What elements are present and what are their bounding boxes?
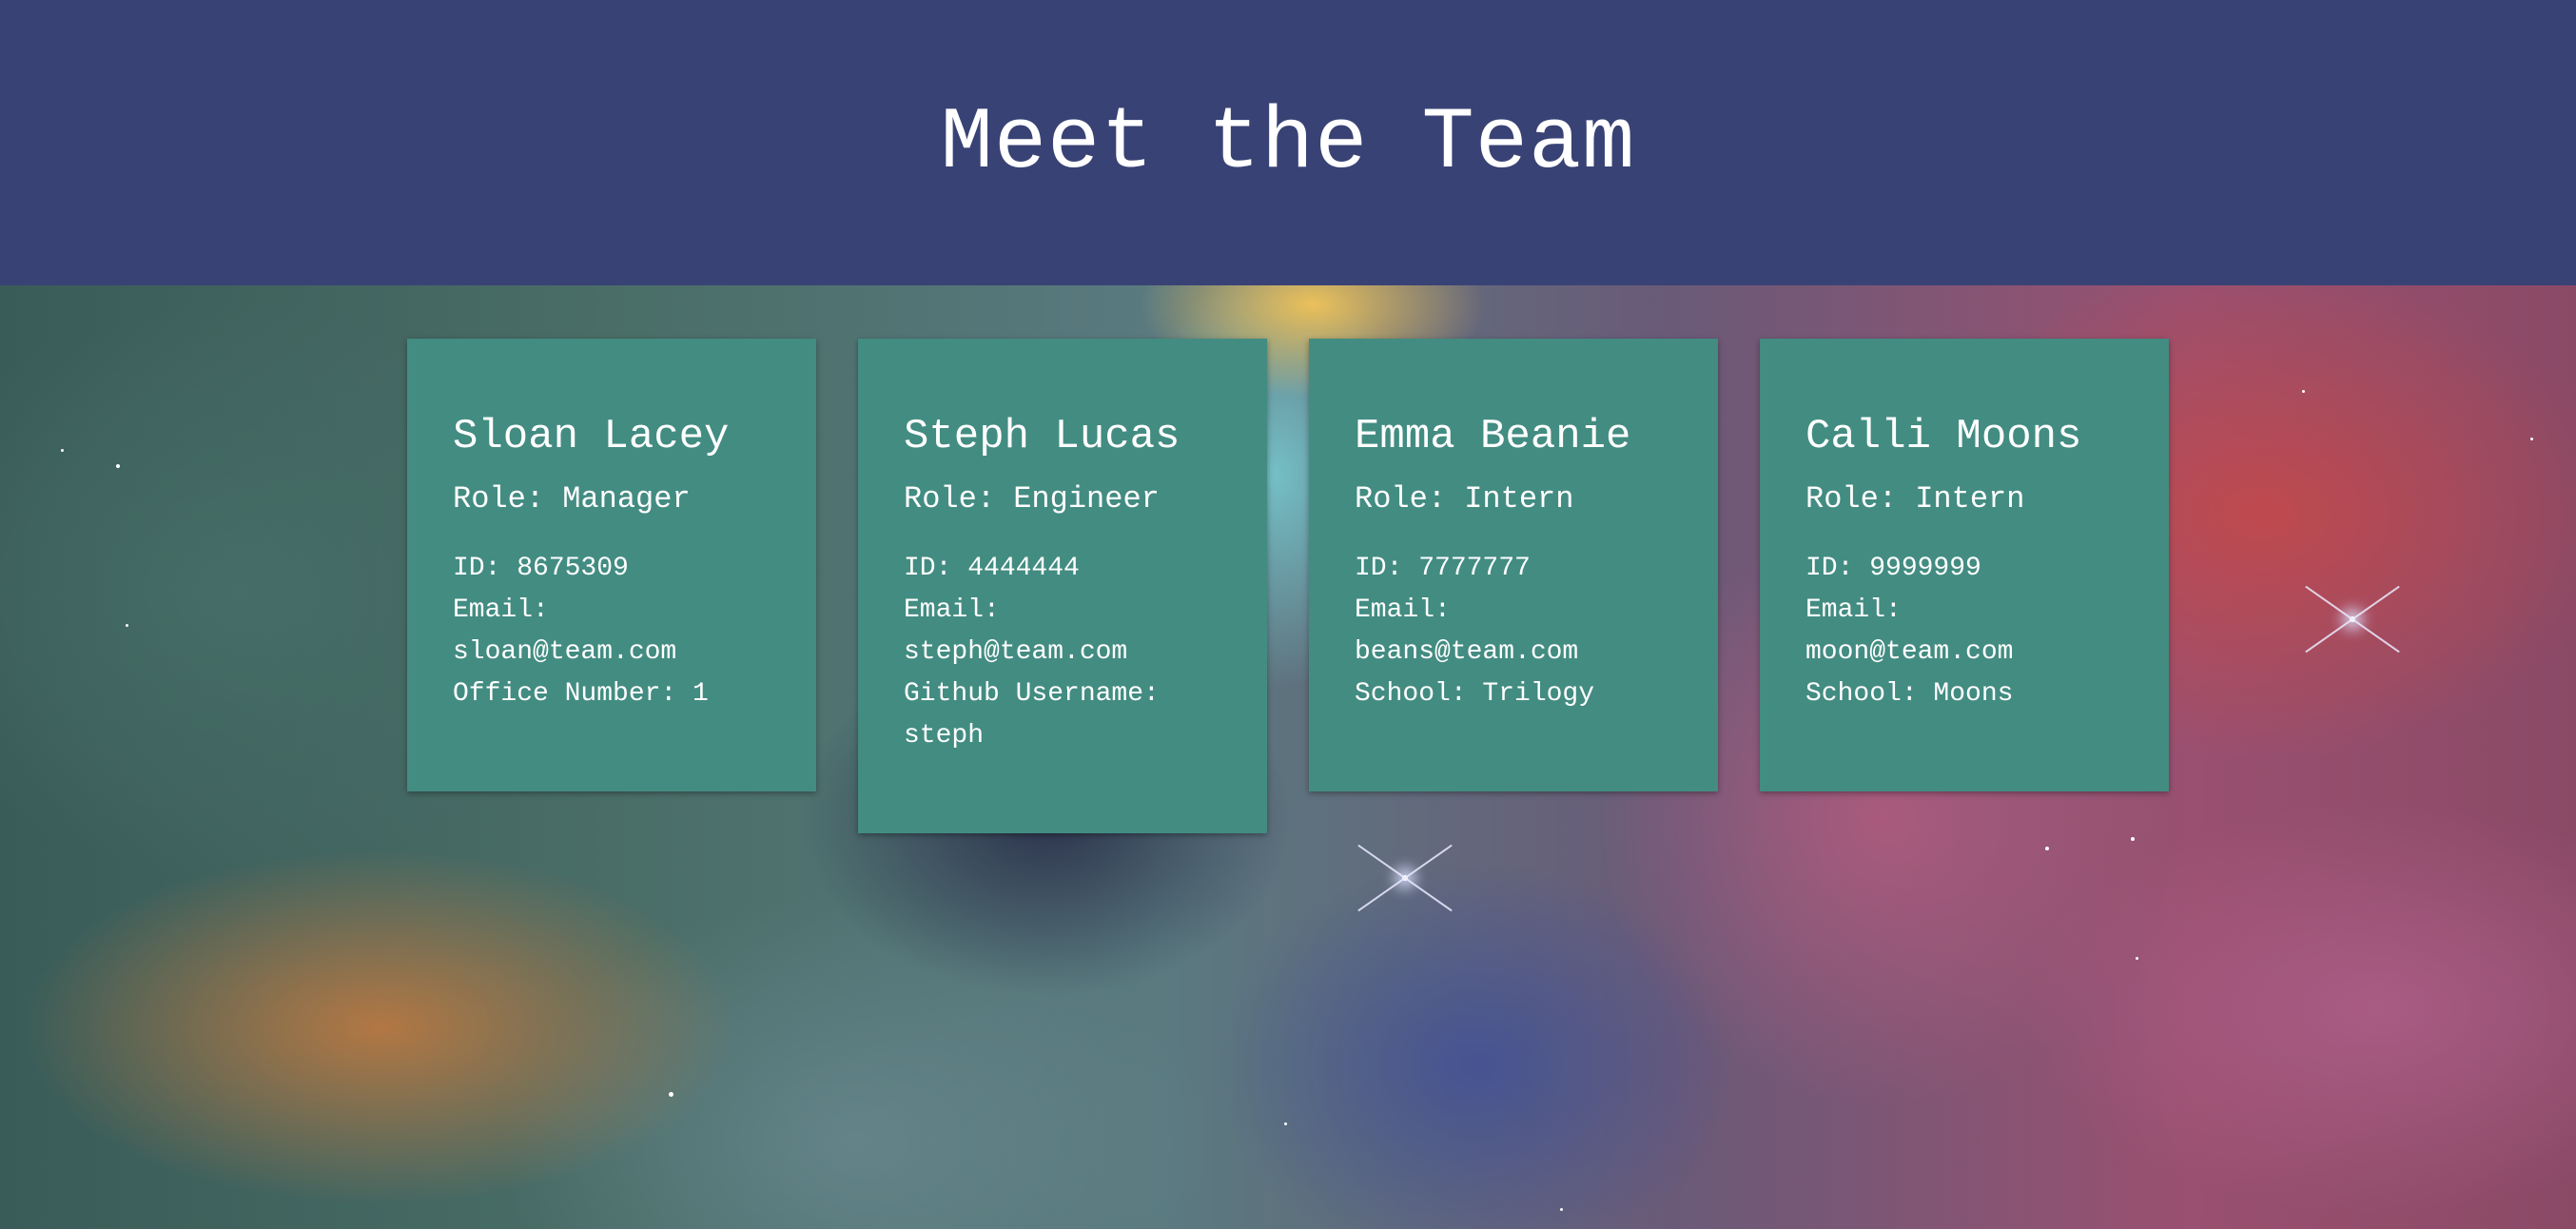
star [2131,837,2135,841]
star [2302,390,2305,393]
card-id: ID: 7777777 [1355,554,1531,583]
card-email-label: Email: [453,595,549,625]
page-title: Meet the Team [940,92,1636,193]
card-name: Steph Lucas [904,413,1181,460]
nebula-background [0,285,2576,1229]
team-card-calli-moons: Calli Moons Role: Intern ID: 9999999 Ema… [1760,339,2169,791]
card-school: School: Trilogy [1355,679,1595,709]
star [1284,1122,1287,1125]
team-card-emma-beanie: Emma Beanie Role: Intern ID: 7777777 Ema… [1309,339,1718,791]
card-email: steph@team.com [904,637,1128,667]
card-office-number: Office Number: 1 [453,679,709,709]
card-role: Role: Manager [453,481,691,517]
team-card-sloan-lacey: Sloan Lacey Role: Manager ID: 8675309 Em… [407,339,816,791]
card-email: sloan@team.com [453,637,677,667]
star [2045,847,2049,850]
star [2530,438,2533,440]
star [61,449,64,452]
team-card-steph-lucas: Steph Lucas Role: Engineer ID: 4444444 E… [858,339,1267,833]
star [116,464,120,468]
card-github-label: Github Username: [904,679,1160,709]
bright-star [1402,875,1408,881]
card-email: beans@team.com [1355,637,1579,667]
card-role: Role: Intern [1355,481,1574,517]
card-email-label: Email: [1355,595,1451,625]
card-name: Sloan Lacey [453,413,730,460]
star [669,1092,673,1097]
card-github-username: steph [904,721,985,751]
card-id: ID: 8675309 [453,554,629,583]
star [1560,1208,1563,1211]
bright-star [2350,616,2355,622]
card-id: ID: 4444444 [904,554,1080,583]
card-email-label: Email: [1805,595,1902,625]
card-name: Emma Beanie [1355,413,1631,460]
star [126,624,128,627]
card-name: Calli Moons [1805,413,2082,460]
card-role: Role: Intern [1805,481,2025,517]
star [2136,957,2138,960]
card-role: Role: Engineer [904,481,1160,517]
card-email: moon@team.com [1805,637,2014,667]
card-id: ID: 9999999 [1805,554,1981,583]
page-header: Meet the Team [0,0,2576,285]
card-school: School: Moons [1805,679,2014,709]
card-email-label: Email: [904,595,1000,625]
